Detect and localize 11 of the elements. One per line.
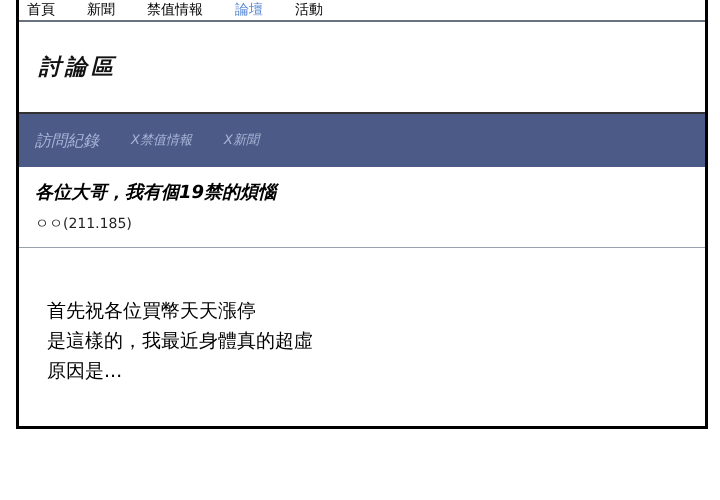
post-text-line: 是這樣的，我最近身體真的超虛 — [47, 329, 314, 354]
nav-link[interactable]: 新聞 — [87, 3, 115, 17]
nav-link[interactable]: 禁值情報 — [147, 3, 203, 17]
nav-link[interactable]: 活動 — [295, 3, 323, 17]
nav-link[interactable]: 論壇 — [235, 3, 263, 17]
section-title: 討論區 — [39, 54, 117, 82]
post-text-line: 首先祝各位買幣天天漲停 — [47, 299, 257, 324]
post-author: ㅇㅇ(211.185) — [35, 215, 133, 234]
post-title: 各位大哥，我有個19禁的煩惱 — [35, 179, 689, 206]
nav-link[interactable]: 首頁 — [27, 3, 55, 17]
post-text-line: 原因是... — [47, 359, 124, 384]
